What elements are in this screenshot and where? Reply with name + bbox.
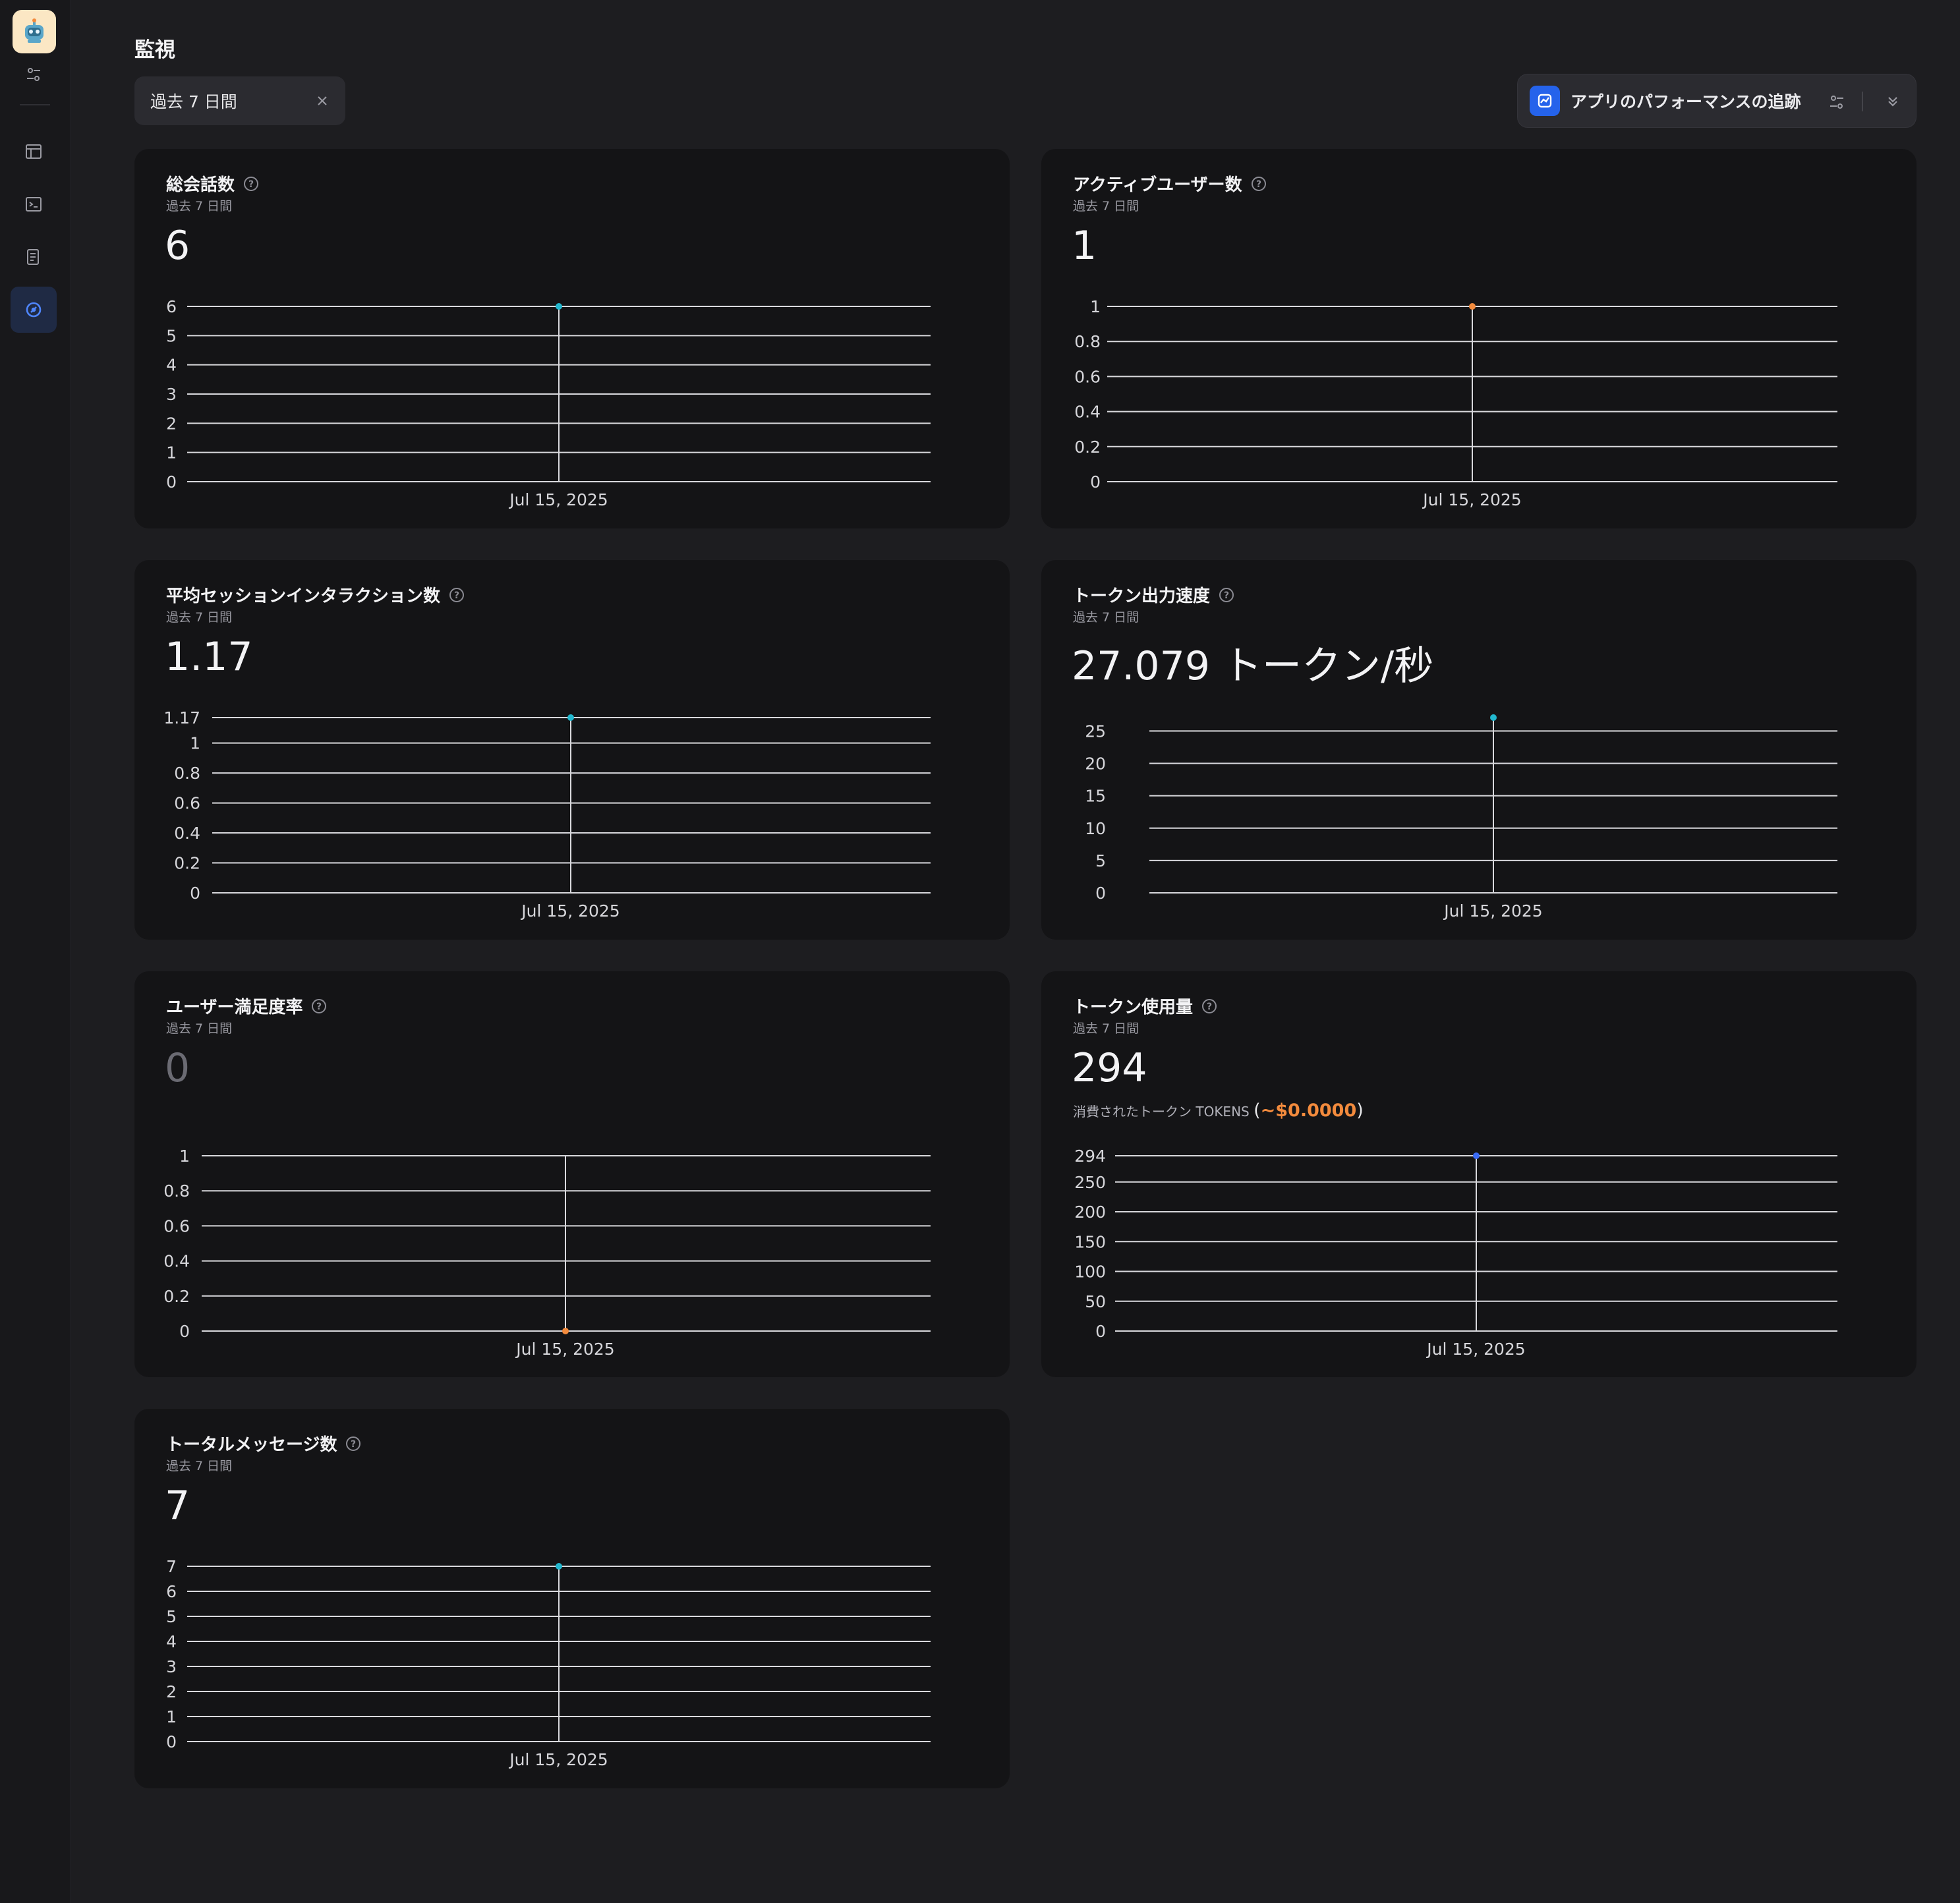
y-tick-label: 100: [1074, 1263, 1106, 1282]
y-tick-label: 0.6: [163, 1216, 190, 1236]
data-point: [556, 1563, 562, 1570]
y-tick-label: 0.8: [1074, 332, 1101, 351]
y-tick-label: 0.8: [174, 764, 200, 783]
y-tick-label: 10: [1085, 819, 1106, 838]
y-tick-label: 0.2: [174, 854, 200, 873]
y-tick-label: 0: [1095, 1322, 1106, 1341]
y-tick-label: 7: [166, 1557, 177, 1576]
x-tick-label: Jul 15, 2025: [1422, 490, 1521, 509]
x-tick-label: Jul 15, 2025: [508, 490, 608, 509]
y-tick-label: 5: [1095, 851, 1106, 870]
y-tick-label: 25: [1085, 722, 1106, 741]
y-tick-label: 1: [190, 734, 200, 753]
settings-sliders-icon[interactable]: [11, 51, 57, 98]
y-tick-label: 5: [166, 326, 177, 345]
y-tick-label: 1: [166, 443, 177, 463]
line-chart: 0 50 100 150 200 250 294 Jul 15, 2025: [1074, 1147, 1837, 1359]
terminal-icon: [26, 197, 42, 212]
y-tick-label: 1: [179, 1147, 190, 1166]
data-point: [1473, 1152, 1480, 1159]
y-tick-label: 0: [166, 472, 177, 492]
tracing-settings-icon[interactable]: [1828, 93, 1846, 111]
line-chart: 0 1 2 3 4 5 6 7 Jul 15, 2025: [166, 1557, 931, 1769]
close-icon[interactable]: [314, 92, 331, 109]
y-tick-label: 2: [166, 414, 177, 433]
y-tick-label: 0.2: [1074, 438, 1101, 457]
metric-card-total-messages: トータルメッセージ数? 過去 7 日間 7 0 1 2 3 4 5 6 7 Jul 15, 20…: [134, 1409, 1010, 1788]
y-tick-label: 50: [1085, 1292, 1106, 1311]
metric-card-token-usage: トークン使用量? 過去 7 日間 294 消費されたトークン TOKENS (~…: [1041, 971, 1917, 1377]
line-chart: 0 0.2 0.4 0.6 0.8 1 Jul 15, 2025: [163, 1147, 931, 1359]
y-tick-label: 250: [1074, 1173, 1106, 1192]
data-point: [1469, 303, 1476, 310]
y-tick-label: 0.4: [174, 824, 200, 843]
y-tick-label: 15: [1085, 787, 1106, 806]
y-tick-label: 0: [190, 884, 200, 903]
line-chart: 0 1 2 3 4 5 6 Jul 15, 2025: [166, 297, 931, 509]
app-logo-robot-icon[interactable]: [13, 10, 56, 53]
y-tick-label: 0.8: [163, 1181, 190, 1201]
y-tick-label: 0.6: [1074, 367, 1101, 386]
y-tick-label: 0: [1090, 472, 1101, 492]
y-tick-label: 0.6: [174, 794, 200, 813]
y-tick-label: 3: [166, 385, 177, 404]
data-point: [562, 1328, 569, 1334]
x-tick-label: Jul 15, 2025: [1443, 901, 1542, 921]
x-tick-label: Jul 15, 2025: [520, 901, 620, 921]
date-range-label: 過去 7 日間: [150, 92, 237, 111]
y-tick-label: 6: [166, 1582, 177, 1601]
y-tick-label: 1: [1090, 297, 1101, 316]
tracing-label: アプリのパフォーマンスの追跡: [1571, 92, 1801, 111]
y-tick-label: 0.4: [163, 1252, 190, 1271]
window-icon: [26, 144, 42, 159]
sidebar-divider: [20, 104, 50, 105]
y-tick-label: 0: [1095, 884, 1106, 903]
page-title: 監視: [134, 38, 175, 62]
y-tick-label: 1: [166, 1707, 177, 1726]
x-tick-label: Jul 15, 2025: [1426, 1340, 1525, 1359]
sidebar: [0, 0, 71, 1903]
line-chart: 0 0.2 0.4 0.6 0.8 1 1.17 Jul 15, 2025: [163, 708, 931, 921]
y-tick-label: 0.2: [163, 1287, 190, 1306]
y-tick-label: 20: [1085, 754, 1106, 774]
y-tick-label: 6: [166, 297, 177, 316]
y-tick-label: 4: [166, 356, 177, 375]
y-tick-label: 4: [166, 1632, 177, 1651]
metric-card-user-satisfaction: ユーザー満足度率? 過去 7 日間 0 0 0.2 0.4 0.6 0.8 1 Jul 15…: [134, 971, 1010, 1377]
sidebar-item-logs[interactable]: [11, 234, 57, 280]
date-range-filter[interactable]: 過去 7 日間: [134, 76, 345, 125]
metric-card-active-users: アクティブユーザー数? 過去 7 日間 1 0 0.2 0.4 0.6 0.8 1 Jul …: [1041, 149, 1917, 528]
metric-card-avg-session-interactions: 平均セッションインタラクション数? 過去 7 日間 1.17 0 0.2 0.4 0.…: [134, 560, 1010, 940]
data-point: [567, 714, 574, 721]
sidebar-item-overview[interactable]: [11, 128, 57, 175]
document-list-icon: [27, 249, 39, 265]
x-tick-label: Jul 15, 2025: [515, 1340, 614, 1359]
y-tick-label: 3: [166, 1657, 177, 1676]
sidebar-item-api[interactable]: [11, 181, 57, 227]
y-tick-label: 5: [166, 1607, 177, 1626]
tracing-app-icon: [1530, 86, 1560, 116]
chevron-double-down-icon[interactable]: [1884, 93, 1901, 110]
metric-card-token-output-speed: トークン出力速度? 過去 7 日間 27.079 トークン/秒 0 5 10 15 20…: [1041, 560, 1917, 940]
y-tick-label: 0.4: [1074, 403, 1101, 422]
app-performance-tracing-button[interactable]: アプリのパフォーマンスの追跡: [1517, 74, 1917, 128]
metric-card-total-conversations: 総会話数? 過去 7 日間 6 0 1 2 3 4 5 6 Jul 15, 2025: [134, 149, 1010, 528]
y-tick-label: 294: [1074, 1147, 1106, 1166]
tracing-divider: [1862, 92, 1863, 111]
y-tick-label: 0: [179, 1322, 190, 1341]
gauge-icon: [26, 302, 42, 318]
sidebar-item-monitoring[interactable]: [11, 287, 57, 333]
y-tick-label: 2: [166, 1682, 177, 1701]
y-tick-label: 200: [1074, 1203, 1106, 1222]
line-chart: 0 5 10 15 20 25 Jul 15, 2025: [1085, 714, 1837, 921]
data-point: [1490, 714, 1497, 721]
y-tick-label: 150: [1074, 1232, 1106, 1251]
x-tick-label: Jul 15, 2025: [508, 1750, 608, 1769]
y-tick-label: 1.17: [163, 708, 200, 727]
y-tick-label: 0: [166, 1732, 177, 1751]
line-chart: 0 0.2 0.4 0.6 0.8 1 Jul 15, 2025: [1074, 297, 1837, 509]
data-point: [556, 303, 562, 310]
